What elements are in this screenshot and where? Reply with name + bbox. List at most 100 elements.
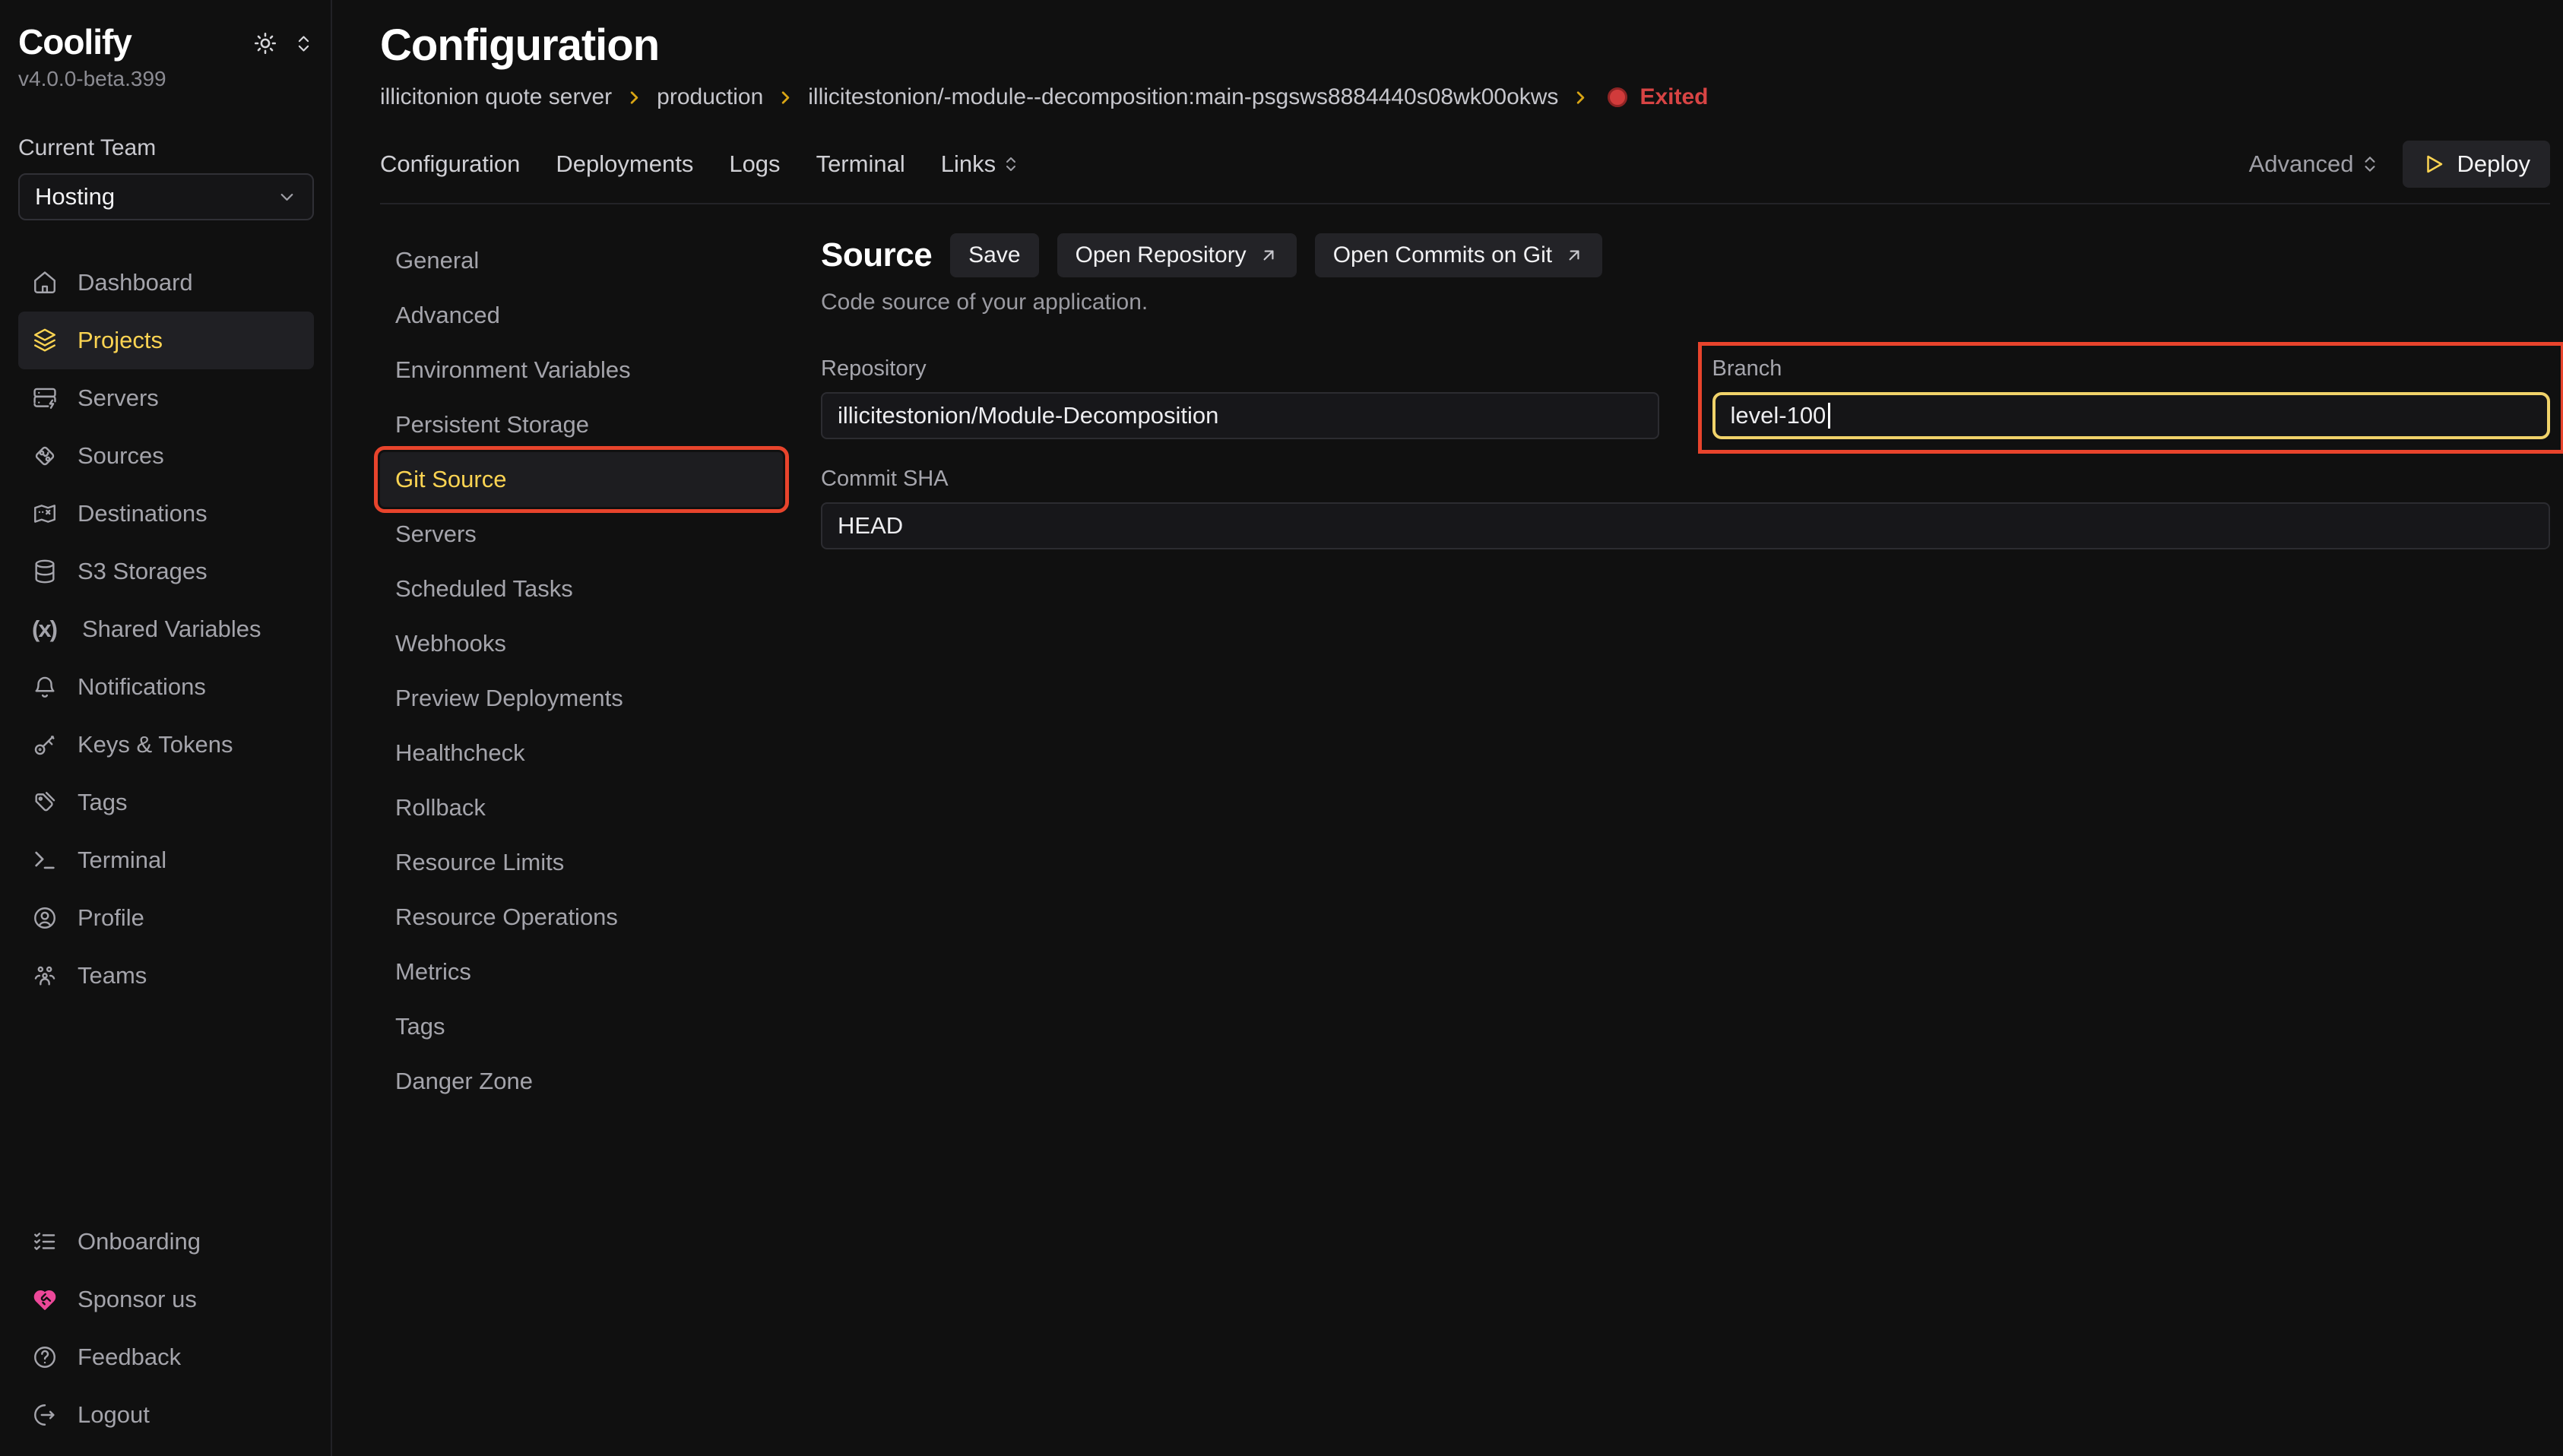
- sidebar-item-logout[interactable]: Logout: [18, 1386, 314, 1444]
- map-icon: [32, 501, 58, 527]
- sidebar-item-keys-tokens[interactable]: Keys & Tokens: [18, 716, 314, 774]
- sidebar-item-label: Notifications: [78, 673, 206, 701]
- subnav-item-git-source[interactable]: Git Source: [380, 452, 783, 507]
- server-icon: [32, 385, 58, 411]
- subnav-item-servers[interactable]: Servers: [380, 507, 783, 562]
- repository-field: Repository: [821, 356, 1659, 439]
- tags-icon: [32, 790, 58, 815]
- tabs-bar: Configuration Deployments Logs Terminal …: [380, 141, 2550, 204]
- sidebar-item-shared-variables[interactable]: (x) Shared Variables: [18, 600, 314, 658]
- deploy-button[interactable]: Deploy: [2403, 141, 2551, 188]
- advanced-dropdown[interactable]: Advanced: [2249, 150, 2380, 178]
- sidebar-item-s3-storages[interactable]: S3 Storages: [18, 543, 314, 600]
- tab-logs[interactable]: Logs: [729, 150, 780, 178]
- subnav-item-resource-operations[interactable]: Resource Operations: [380, 890, 783, 945]
- subnav-item-environment-variables[interactable]: Environment Variables: [380, 343, 783, 397]
- branch-label: Branch: [1712, 356, 2551, 381]
- advanced-label: Advanced: [2249, 150, 2354, 178]
- sidebar-item-teams[interactable]: Teams: [18, 947, 314, 1005]
- help-circle-icon: [32, 1344, 58, 1370]
- breadcrumb-application[interactable]: illicitestonion/-module--decomposition:m…: [808, 84, 1558, 110]
- git-source-panel: Source Save Open Repository Open Commits…: [821, 233, 2550, 549]
- sidebar-item-sources[interactable]: Sources: [18, 427, 314, 485]
- chevron-right-icon: [775, 87, 796, 108]
- sidebar-item-dashboard[interactable]: Dashboard: [18, 254, 314, 312]
- key-icon: [32, 732, 58, 758]
- current-team-label: Current Team: [18, 135, 314, 161]
- sidebar-item-notifications[interactable]: Notifications: [18, 658, 314, 716]
- breadcrumb-environment[interactable]: production: [657, 84, 763, 110]
- sidebar-footer-nav: Onboarding Sponsor us Feedback Logout: [18, 1213, 314, 1444]
- chevrons-up-down-icon: [2360, 154, 2380, 174]
- parentheses-x-icon: (x): [32, 616, 62, 643]
- sidebar-item-label: Dashboard: [78, 269, 193, 296]
- sidebar: Coolify v4.0.0-beta.399 Current Team Hos…: [0, 0, 332, 1456]
- section-title: Source: [821, 236, 932, 274]
- branch-input[interactable]: [1712, 392, 2551, 439]
- sidebar-item-label: Shared Variables: [82, 616, 261, 643]
- status-dot-icon: [1608, 87, 1627, 107]
- subnav-item-tags[interactable]: Tags: [380, 999, 783, 1054]
- sidebar-nav: Dashboard Projects Servers Sources Desti…: [18, 254, 314, 1005]
- sidebar-item-feedback[interactable]: Feedback: [18, 1328, 314, 1386]
- sidebar-item-destinations[interactable]: Destinations: [18, 485, 314, 543]
- sidebar-item-terminal[interactable]: Terminal: [18, 831, 314, 889]
- open-repository-button[interactable]: Open Repository: [1057, 233, 1297, 277]
- app-logo: Coolify: [18, 21, 166, 62]
- subnav-item-scheduled-tasks[interactable]: Scheduled Tasks: [380, 562, 783, 616]
- status-badge: Exited: [1639, 84, 1708, 110]
- sidebar-item-label: Feedback: [78, 1344, 181, 1371]
- app-version: v4.0.0-beta.399: [18, 67, 166, 91]
- theme-sun-icon[interactable]: [252, 30, 278, 56]
- breadcrumb: illicitonion quote server production ill…: [380, 84, 2550, 110]
- sidebar-item-projects[interactable]: Projects: [18, 312, 314, 369]
- logout-icon: [32, 1402, 58, 1428]
- home-icon: [32, 270, 58, 296]
- deploy-button-label: Deploy: [2457, 150, 2531, 178]
- tab-configuration[interactable]: Configuration: [380, 150, 520, 178]
- chevron-right-icon: [624, 87, 645, 108]
- commit-sha-input[interactable]: [821, 502, 2550, 549]
- subnav-item-metrics[interactable]: Metrics: [380, 945, 783, 999]
- repository-input[interactable]: [821, 392, 1659, 439]
- user-circle-icon: [32, 905, 58, 931]
- heart-handshake-icon: [32, 1287, 58, 1312]
- sidebar-item-label: S3 Storages: [78, 558, 208, 585]
- sidebar-item-profile[interactable]: Profile: [18, 889, 314, 947]
- text-cursor: [1828, 403, 1830, 429]
- chevron-down-icon: [277, 187, 297, 207]
- chevron-right-icon: [1570, 87, 1591, 108]
- sidebar-collapse-icon[interactable]: [293, 33, 314, 54]
- tab-links[interactable]: Links: [941, 150, 1020, 178]
- commit-sha-label: Commit SHA: [821, 467, 2550, 492]
- breadcrumb-project[interactable]: illicitonion quote server: [380, 84, 612, 110]
- configuration-subnav: General Advanced Environment Variables P…: [380, 233, 783, 1109]
- sidebar-item-servers[interactable]: Servers: [18, 369, 314, 427]
- sidebar-item-onboarding[interactable]: Onboarding: [18, 1213, 314, 1271]
- subnav-item-general[interactable]: General: [380, 233, 783, 288]
- save-button[interactable]: Save: [950, 233, 1038, 277]
- subnav-item-preview-deployments[interactable]: Preview Deployments: [380, 671, 783, 726]
- sidebar-item-tags[interactable]: Tags: [18, 774, 314, 831]
- sidebar-item-sponsor-us[interactable]: Sponsor us: [18, 1271, 314, 1328]
- bell-icon: [32, 674, 58, 700]
- tab-deployments[interactable]: Deployments: [556, 150, 693, 178]
- sidebar-item-label: Sponsor us: [78, 1286, 197, 1313]
- tab-terminal[interactable]: Terminal: [816, 150, 905, 178]
- chevrons-up-down-icon: [1002, 155, 1020, 173]
- subnav-item-advanced[interactable]: Advanced: [380, 288, 783, 343]
- commit-sha-field: Commit SHA: [821, 467, 2550, 549]
- subnav-item-webhooks[interactable]: Webhooks: [380, 616, 783, 671]
- repository-label: Repository: [821, 356, 1659, 381]
- open-commits-button[interactable]: Open Commits on Git: [1315, 233, 1602, 277]
- subnav-item-danger-zone[interactable]: Danger Zone: [380, 1054, 783, 1109]
- page-title: Configuration: [380, 20, 2550, 71]
- team-select[interactable]: Hosting: [18, 173, 314, 220]
- subnav-item-persistent-storage[interactable]: Persistent Storage: [380, 397, 783, 452]
- team-select-value: Hosting: [35, 183, 115, 210]
- subnav-item-resource-limits[interactable]: Resource Limits: [380, 835, 783, 890]
- subnav-item-rollback[interactable]: Rollback: [380, 780, 783, 835]
- sidebar-item-label: Profile: [78, 904, 144, 932]
- users-icon: [32, 963, 58, 989]
- subnav-item-healthcheck[interactable]: Healthcheck: [380, 726, 783, 780]
